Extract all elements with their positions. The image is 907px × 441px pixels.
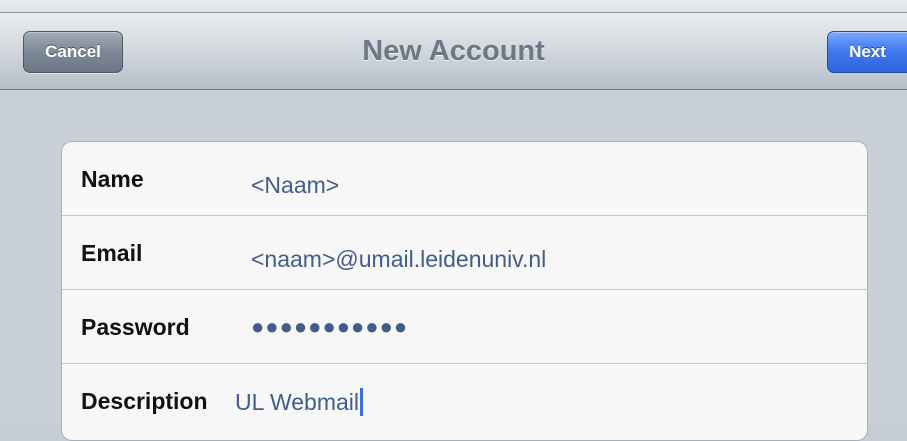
status-strip xyxy=(0,0,907,12)
form-area: Name <Naam> Email <naam>@umail.leidenuni… xyxy=(0,90,907,441)
description-label: Description xyxy=(81,388,208,414)
password-field[interactable]: ●●●●●●●●●●● xyxy=(251,314,408,340)
navigation-bar: Cancel New Account Next xyxy=(0,12,907,90)
description-row[interactable]: Description UL Webmail xyxy=(62,364,867,438)
email-row[interactable]: Email <naam>@umail.leidenuniv.nl xyxy=(62,216,867,290)
name-row[interactable]: Name <Naam> xyxy=(62,142,867,216)
account-form: Name <Naam> Email <naam>@umail.leidenuni… xyxy=(61,141,868,441)
text-cursor xyxy=(359,388,363,416)
email-field[interactable]: <naam>@umail.leidenuniv.nl xyxy=(251,246,546,273)
password-label: Password xyxy=(81,314,190,340)
next-button[interactable]: Next xyxy=(827,31,907,73)
password-row[interactable]: Password ●●●●●●●●●●● xyxy=(62,290,867,364)
name-label: Name xyxy=(81,166,144,192)
name-field[interactable]: <Naam> xyxy=(251,172,339,199)
page-title: New Account xyxy=(362,35,545,67)
email-label: Email xyxy=(81,240,143,266)
description-value: UL Webmail xyxy=(235,389,359,415)
description-field[interactable]: UL Webmail xyxy=(235,388,363,416)
